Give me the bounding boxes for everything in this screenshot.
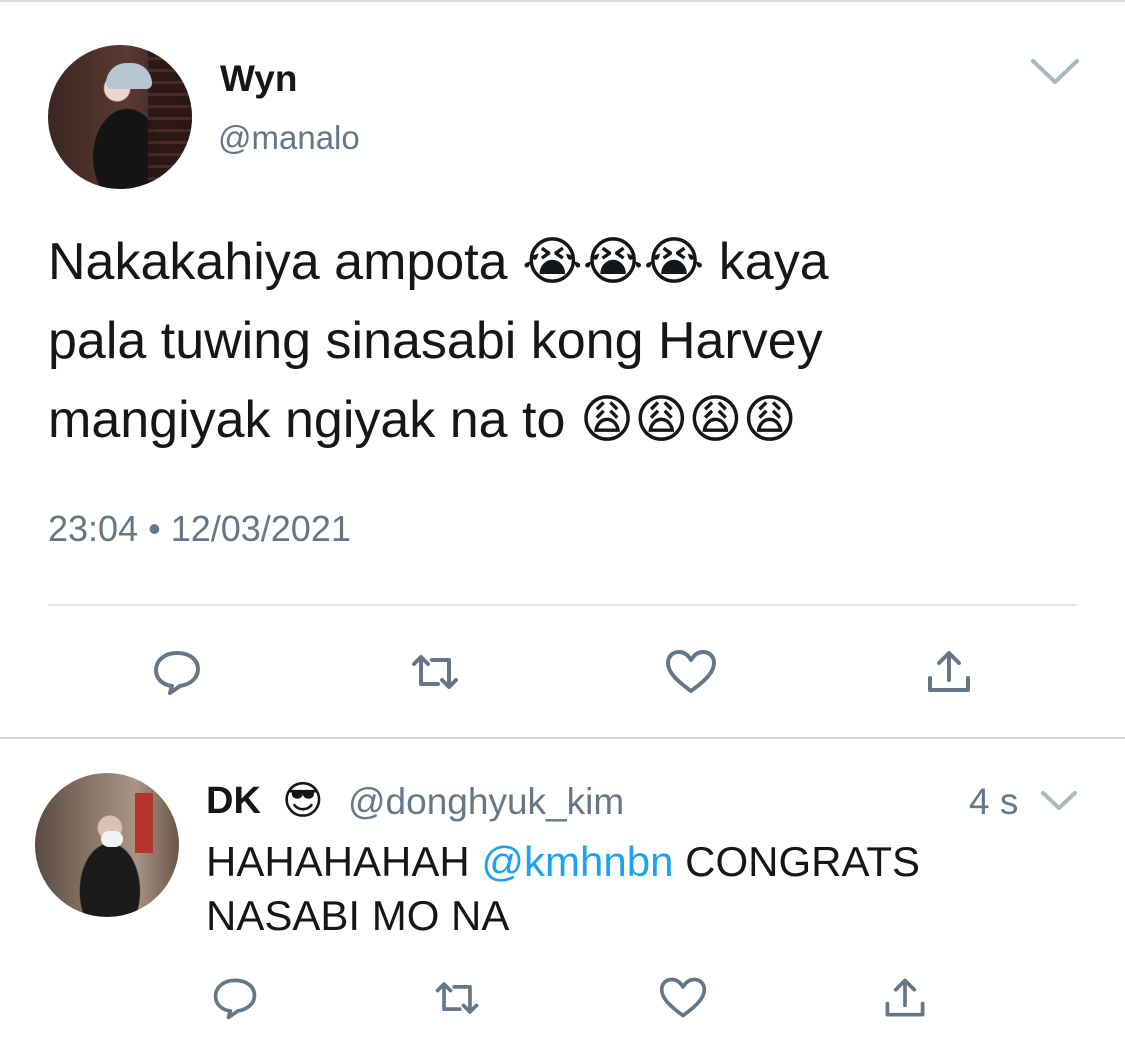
mention-link[interactable]: @kmhnbn [481,838,673,885]
chevron-down-icon[interactable] [1040,790,1078,812]
tweet-time-ago: 4 s [969,781,1019,822]
main-tweet: Wyn @manalo Nakakahiya ampota 😭😭😭 kaya p… [0,0,1125,738]
retweet-icon[interactable] [432,975,482,1021]
loudly-crying-emoji: 😭😭😭 [522,232,705,292]
chevron-down-icon[interactable] [1030,58,1080,86]
avatar[interactable] [35,773,179,917]
tweet-text: Nakakahiya ampota 😭😭😭 kaya pala tuwing s… [48,223,1088,460]
reply-icon[interactable] [150,648,204,696]
tweet-text-part: Nakakahiya ampota [48,233,523,291]
tweet-text-part: mangiyak ngiyak na to [48,391,580,449]
reply-text: HAHAHAHAH @kmhnbn CONGRATS NASABI MO NA [206,835,1086,943]
author-handle[interactable]: @donghyuk_kim [348,779,624,825]
author-handle[interactable]: @manalo [218,117,360,159]
avatar[interactable] [48,45,192,189]
reply-text-part: HAHAHAHAH [206,838,482,885]
reply-icon[interactable] [210,975,260,1021]
share-icon[interactable] [922,648,976,696]
reply-text-part: CONGRATS [673,838,921,885]
tweet-separator [0,737,1125,739]
author-name[interactable]: DK [206,778,261,824]
reply-text-part: NASABI MO NA [206,892,510,939]
author-name[interactable]: Wyn [220,57,297,101]
action-divider [48,604,1077,606]
retweet-icon[interactable] [408,648,462,696]
like-icon[interactable] [664,648,718,696]
tweet-text-part: pala tuwing sinasabi kong Harvey [48,312,823,370]
avatar-sign [135,793,153,853]
like-icon[interactable] [658,975,708,1021]
weary-face-emoji: 😩😩😩😩 [579,390,797,450]
tweet-timestamp[interactable]: 23:04 • 12/03/2021 [48,507,351,551]
avatar-mask [101,831,123,847]
share-icon[interactable] [880,975,930,1021]
avatar-background [148,45,192,189]
avatar-cap [106,63,152,89]
sunglasses-emoji: 😎 [282,778,324,824]
tweet-text-part: kaya [704,233,829,291]
